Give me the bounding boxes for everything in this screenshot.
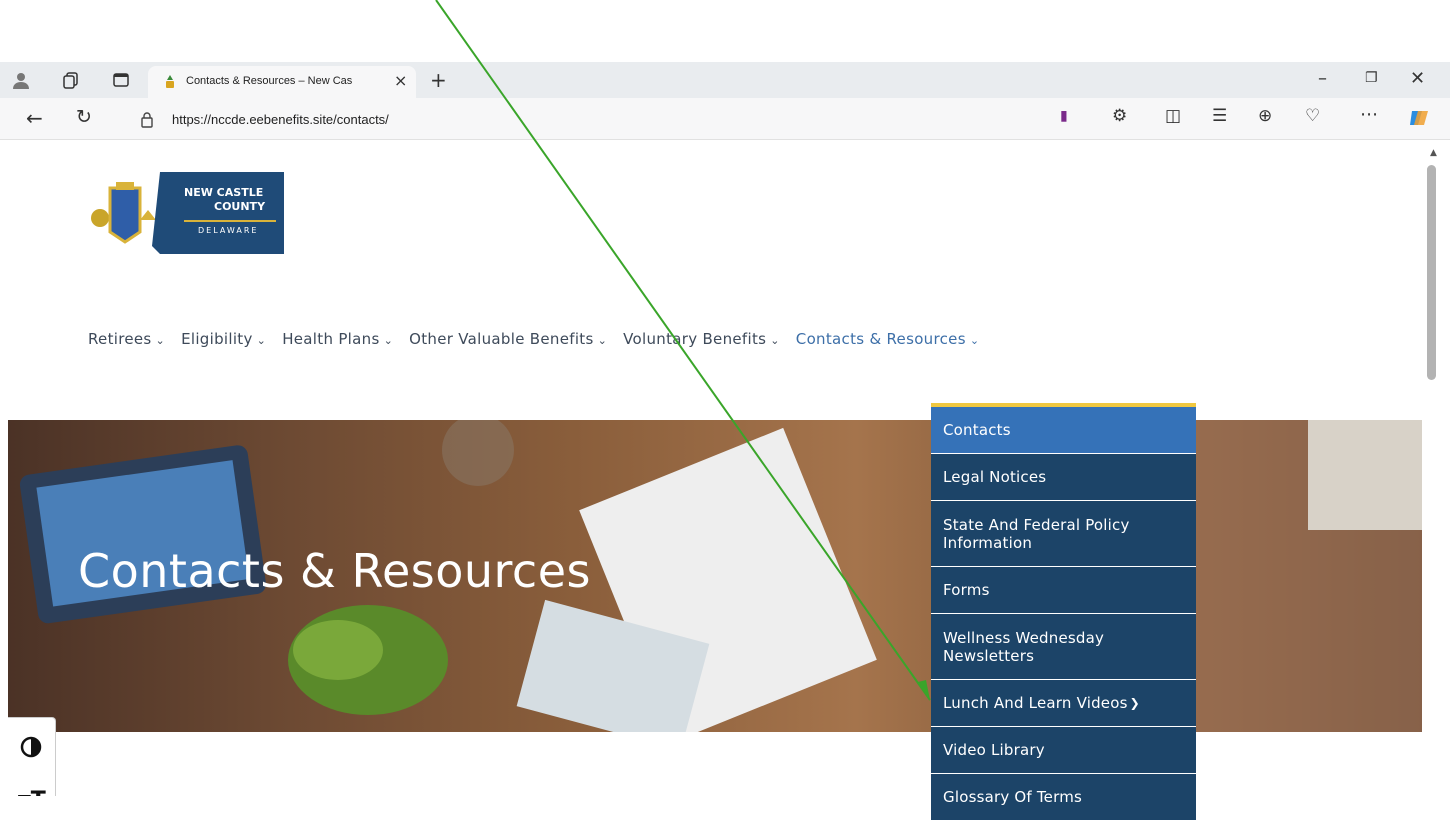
extension-icon[interactable]: ▮ bbox=[1060, 109, 1068, 123]
extensions-puzzle-icon[interactable]: ⚙ bbox=[1112, 108, 1127, 125]
nav-health-plans[interactable]: Health Plans ⌄ bbox=[282, 330, 393, 348]
dropdown-item-wellness-newsletters[interactable]: Wellness Wednesday Newsletters bbox=[931, 614, 1196, 680]
site-info-lock-icon[interactable] bbox=[140, 112, 154, 132]
chevron-down-icon: ⌄ bbox=[155, 334, 166, 347]
logo-text-line3: DELAWARE bbox=[198, 226, 259, 235]
tab-close-button[interactable]: × bbox=[394, 71, 407, 90]
scrollbar-thumb[interactable] bbox=[1427, 165, 1436, 380]
chevron-down-icon: ⌄ bbox=[770, 334, 780, 347]
chevron-down-icon: ⌄ bbox=[597, 334, 608, 347]
performance-icon[interactable]: ♡ bbox=[1305, 108, 1320, 125]
close-window-button[interactable]: ✕ bbox=[1410, 70, 1425, 88]
restore-button[interactable]: ❐ bbox=[1365, 71, 1378, 85]
text-size-button[interactable]: ᴛT bbox=[18, 788, 46, 796]
nav-voluntary-benefits[interactable]: Voluntary Benefits ⌄ bbox=[623, 330, 780, 348]
web-page: NEW CASTLE COUNTY DELAWARE Retirees ⌄ Eli… bbox=[8, 140, 1422, 796]
collections-icon[interactable]: ⊕ bbox=[1258, 108, 1272, 125]
dropdown-item-state-federal-policy[interactable]: State And Federal Policy Information bbox=[931, 501, 1196, 567]
tab-actions-icon[interactable] bbox=[112, 71, 130, 93]
chevron-right-icon: ❯ bbox=[1129, 696, 1140, 710]
nav-retirees[interactable]: Retirees ⌄ bbox=[88, 330, 165, 348]
minimize-button[interactable]: – bbox=[1318, 70, 1327, 88]
logo-text-line1: NEW CASTLE bbox=[184, 186, 264, 199]
hero-banner: Contacts & Resources bbox=[8, 420, 1422, 732]
nav-other-valuable-benefits[interactable]: Other Valuable Benefits ⌄ bbox=[409, 330, 607, 348]
workspaces-icon[interactable] bbox=[62, 71, 80, 93]
copilot-icon[interactable] bbox=[1408, 107, 1430, 133]
contrast-toggle-button[interactable] bbox=[20, 736, 42, 762]
tab-title: Contacts & Resources – New Cas bbox=[186, 75, 353, 87]
new-tab-button[interactable]: + bbox=[430, 70, 447, 90]
text-size-icon: ᴛT bbox=[18, 788, 46, 796]
logo-divider bbox=[184, 220, 276, 222]
dropdown-item-forms[interactable]: Forms bbox=[931, 567, 1196, 614]
chevron-down-icon: ⌄ bbox=[383, 334, 394, 347]
dropdown-item-glossary[interactable]: Glossary Of Terms bbox=[931, 774, 1196, 821]
browser-tab-active[interactable]: Contacts & Resources – New Cas × bbox=[148, 66, 416, 98]
more-menu-icon[interactable]: ⋯ bbox=[1360, 106, 1378, 124]
site-favicon-icon bbox=[162, 74, 178, 94]
logo-text-line2: COUNTY bbox=[214, 200, 266, 213]
scroll-up-arrow-icon[interactable]: ▲ bbox=[1430, 148, 1437, 158]
dropdown-item-contacts[interactable]: Contacts bbox=[931, 407, 1196, 454]
main-navigation: Retirees ⌄ Eligibility ⌄ Health Plans ⌄ Oth… bbox=[88, 330, 995, 348]
profile-icon[interactable] bbox=[12, 71, 30, 93]
page-title: Contacts & Resources bbox=[78, 544, 591, 598]
nav-contacts-resources[interactable]: Contacts & Resources ⌄ bbox=[796, 330, 980, 348]
dropdown-item-legal-notices[interactable]: Legal Notices bbox=[931, 454, 1196, 501]
chevron-down-icon: ⌄ bbox=[256, 334, 267, 347]
address-bar[interactable]: https://nccde.eebenefits.site/contacts/ bbox=[118, 105, 1048, 135]
favorites-list-icon[interactable]: ☰ bbox=[1212, 108, 1227, 125]
split-screen-icon[interactable]: ◫ bbox=[1165, 108, 1181, 125]
dropdown-item-lunch-learn-videos[interactable]: Lunch And Learn Videos ❯ bbox=[931, 680, 1196, 727]
back-icon[interactable]: ← bbox=[26, 108, 43, 128]
url-text[interactable]: https://nccde.eebenefits.site/contacts/ bbox=[172, 112, 389, 127]
refresh-icon[interactable]: ↻ bbox=[76, 108, 92, 127]
chevron-down-icon: ⌄ bbox=[969, 334, 980, 347]
county-logo[interactable]: NEW CASTLE COUNTY DELAWARE bbox=[88, 168, 288, 254]
nav-eligibility[interactable]: Eligibility ⌄ bbox=[181, 330, 266, 348]
contacts-resources-dropdown: Contacts Legal Notices State And Federal… bbox=[931, 403, 1196, 821]
accessibility-toolbar: ᴛT bbox=[8, 717, 56, 796]
dropdown-item-video-library[interactable]: Video Library bbox=[931, 727, 1196, 774]
